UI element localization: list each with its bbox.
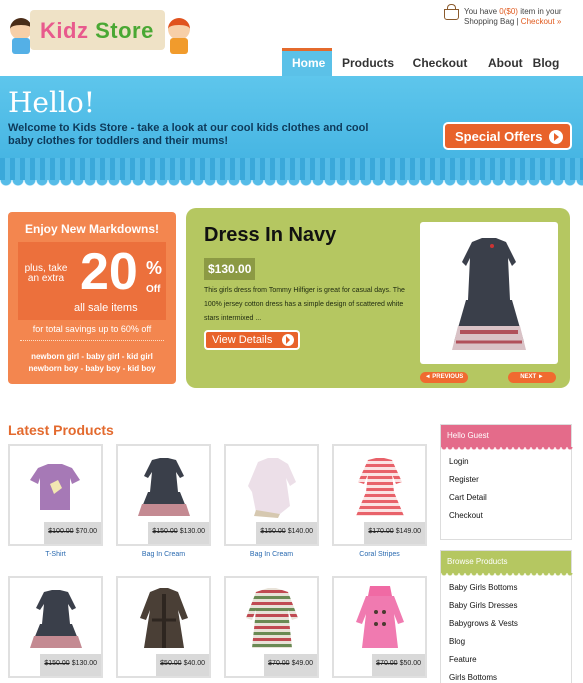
product-price: $150.00 $130.00 <box>148 522 209 544</box>
sidebar-item-cart-detail[interactable]: Cart Detail <box>449 493 571 511</box>
guest-panel-heading: Hello Guest <box>441 425 573 451</box>
nav-blog[interactable]: Blog <box>528 48 564 76</box>
cart-text-a: You have <box>464 7 500 16</box>
striped-cardigan-image <box>246 588 298 648</box>
arrow-right-icon <box>282 334 294 346</box>
next-button[interactable]: NEXT ► <box>508 372 556 383</box>
product-name-link[interactable]: T-Shirt <box>8 551 103 558</box>
promo-plus-text: plus, take an extra <box>24 263 68 284</box>
product-card[interactable]: $70.00 $49.00 <box>224 576 319 678</box>
nav-checkout[interactable]: Checkout <box>402 48 478 76</box>
browse-panel: Browse Products Baby Girls Bottoms Baby … <box>440 550 573 683</box>
promo-boy-links[interactable]: newborn boy - baby boy - kid boy <box>8 364 176 373</box>
main-nav: Home Products Checkout About Blog <box>282 48 564 76</box>
navy-dress-icon <box>452 238 526 350</box>
previous-button[interactable]: ◄ PREVIOUS <box>420 372 468 383</box>
nav-home[interactable]: Home <box>282 48 332 76</box>
navy-dress-image <box>138 458 190 516</box>
featured-description: This girls dress from Tommy Hilfiger is … <box>204 287 405 322</box>
girl-mascot-body <box>170 38 188 54</box>
promo-offer-box: plus, take an extra 20 % Off all sale it… <box>18 242 166 320</box>
product-card[interactable]: $170.00 $149.00 <box>332 444 427 546</box>
sidebar-item-baby-girls-bottoms[interactable]: Baby Girls Bottoms <box>449 583 571 601</box>
promo-sale-label: all sale items <box>74 302 138 314</box>
sidebar-item-login[interactable]: Login <box>449 457 571 475</box>
view-details-label: View Details <box>212 334 273 346</box>
product-price: $50.00 $40.00 <box>156 654 209 676</box>
product-card[interactable]: $150.00 $130.00 <box>8 576 103 678</box>
special-offers-button[interactable]: Special Offers <box>443 122 572 150</box>
coral-stripes-image <box>356 458 404 516</box>
hero-heading: Hello! <box>8 86 96 119</box>
cart-text-c: Shopping Bag | <box>464 17 521 26</box>
boy-mascot-icon <box>10 18 32 40</box>
sidebar-item-baby-girls-dresses[interactable]: Baby Girls Dresses <box>449 601 571 619</box>
hero-welcome-text: Welcome to Kids Store - take a look at o… <box>8 122 369 147</box>
promo-total-savings: for total savings up to 60% off <box>32 324 152 334</box>
promo-title: Enjoy New Markdowns! <box>24 222 160 236</box>
hero-scallop-edge <box>0 180 583 192</box>
featured-price: $130.00 <box>204 258 256 280</box>
sidebar-item-girls-bottoms[interactable]: Girls Bottoms <box>449 673 571 683</box>
product-name-link[interactable]: Bag In Cream <box>116 551 211 558</box>
markdown-promo[interactable]: Enjoy New Markdowns! plus, take an extra… <box>8 212 176 384</box>
product-name-link[interactable]: Coral Stripes <box>332 551 427 558</box>
tshirt-image <box>30 464 80 510</box>
sidebar-item-register[interactable]: Register <box>449 475 571 493</box>
girl-mascot-icon <box>168 18 190 40</box>
product-price: $170.00 $149.00 <box>364 522 425 544</box>
product-card[interactable]: $150.00 $140.00 <box>224 444 319 546</box>
product-card[interactable]: $100.00 $70.00 <box>8 444 103 546</box>
boy-mascot-body <box>12 38 30 54</box>
view-details-button[interactable]: View Details <box>204 330 300 350</box>
navy-dress-image <box>30 590 82 648</box>
nav-products[interactable]: Products <box>332 48 402 76</box>
hero-banner: Hello! Welcome to Kids Store - take a lo… <box>0 76 583 186</box>
latest-products-heading: Latest Products <box>8 422 114 438</box>
promo-girl-links[interactable]: newborn girl - baby girl - kid girl <box>8 352 176 361</box>
leather-coat-image <box>140 588 188 648</box>
promo-percent-number: 20 <box>80 243 138 301</box>
guest-panel: Hello Guest Login Register Cart Detail C… <box>440 424 573 540</box>
promo-percent-sign: % <box>146 258 163 278</box>
product-price: $150.00 $130.00 <box>40 654 101 676</box>
sidebar-item-blog[interactable]: Blog <box>449 637 571 655</box>
product-card[interactable]: $50.00 $40.00 <box>116 576 211 678</box>
product-card[interactable]: $150.00 $130.00 <box>116 444 211 546</box>
promo-off-label: Off <box>146 284 161 295</box>
arrow-right-icon <box>549 130 563 144</box>
cart-count: 0($0) <box>499 7 518 16</box>
cart-text-b: item in your <box>517 7 562 16</box>
basket-icon[interactable] <box>444 4 459 20</box>
logo-text: Kidz Store <box>40 18 154 43</box>
cart-checkout-link[interactable]: Checkout » <box>521 17 561 26</box>
special-offers-label: Special Offers <box>455 129 543 144</box>
product-name-link[interactable]: Bag In Cream <box>224 551 319 558</box>
product-price: $100.00 $70.00 <box>44 522 101 544</box>
sidebar-item-babygrows-vests[interactable]: Babygrows & Vests <box>449 619 571 637</box>
nav-about[interactable]: About <box>478 48 528 76</box>
featured-title: Dress In Navy <box>204 224 337 246</box>
product-card[interactable]: $70.00 $50.00 <box>332 576 427 678</box>
sidebar-item-checkout[interactable]: Checkout <box>449 511 571 529</box>
sidebar-item-feature[interactable]: Feature <box>449 655 571 673</box>
featured-product-image[interactable] <box>420 222 558 364</box>
product-price: $150.00 $140.00 <box>256 522 317 544</box>
pink-coat-image <box>356 586 404 648</box>
cream-dress-image <box>248 458 296 518</box>
featured-product: Dress In Navy $130.00 This girls dress f… <box>186 208 570 388</box>
browse-panel-heading: Browse Products <box>441 551 573 577</box>
promo-divider <box>20 340 164 341</box>
product-price: $70.00 $50.00 <box>372 654 425 676</box>
site-logo[interactable]: Kidz Store <box>8 8 193 58</box>
product-price: $70.00 $49.00 <box>264 654 317 676</box>
